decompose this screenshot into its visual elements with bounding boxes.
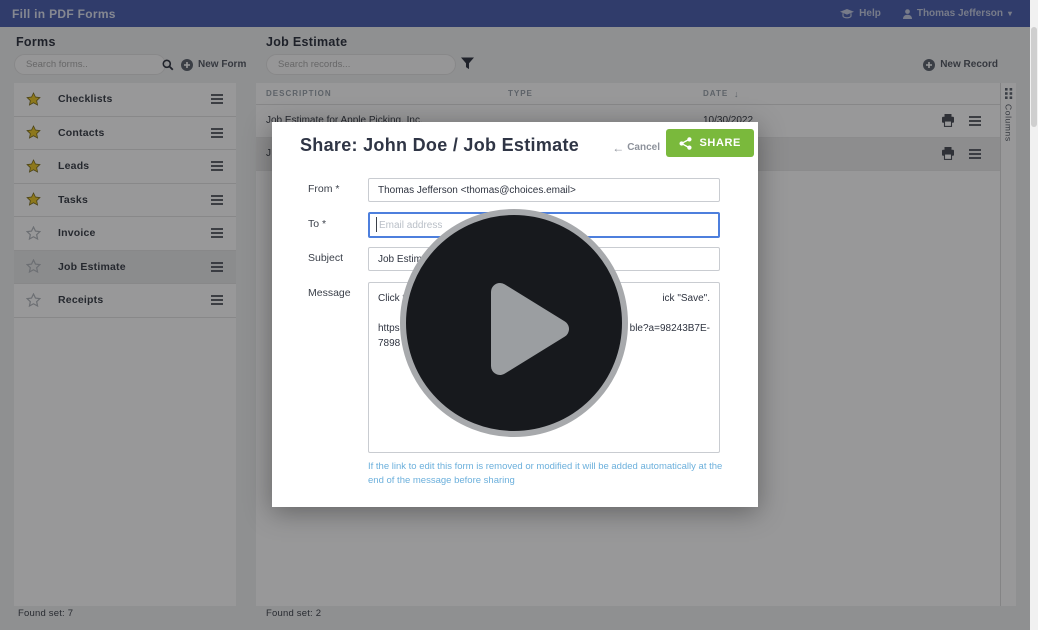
text-cursor [376,217,377,232]
cancel-label: Cancel [627,142,660,153]
subject-label: Subject [308,252,343,264]
share-label: SHARE [699,137,741,149]
cancel-button[interactable]: ← Cancel [612,142,660,153]
left-arrow-icon: ← [612,143,624,153]
dialog-title: Share: John Doe / Job Estimate [300,135,579,156]
share-icon [679,137,692,150]
to-label: To * [308,218,326,230]
video-play-button[interactable] [400,209,628,437]
share-button[interactable]: SHARE [666,129,754,157]
app-root: Fill in PDF Forms Help Thomas Jefferson … [0,0,1038,630]
from-label: From * [308,183,340,195]
share-note: If the link to edit this form is removed… [368,460,724,487]
from-field[interactable] [368,178,720,202]
page-scrollbar[interactable] [1030,0,1038,630]
play-icon [490,282,570,376]
scrollbar-thumb[interactable] [1031,27,1037,127]
message-label: Message [308,287,351,299]
